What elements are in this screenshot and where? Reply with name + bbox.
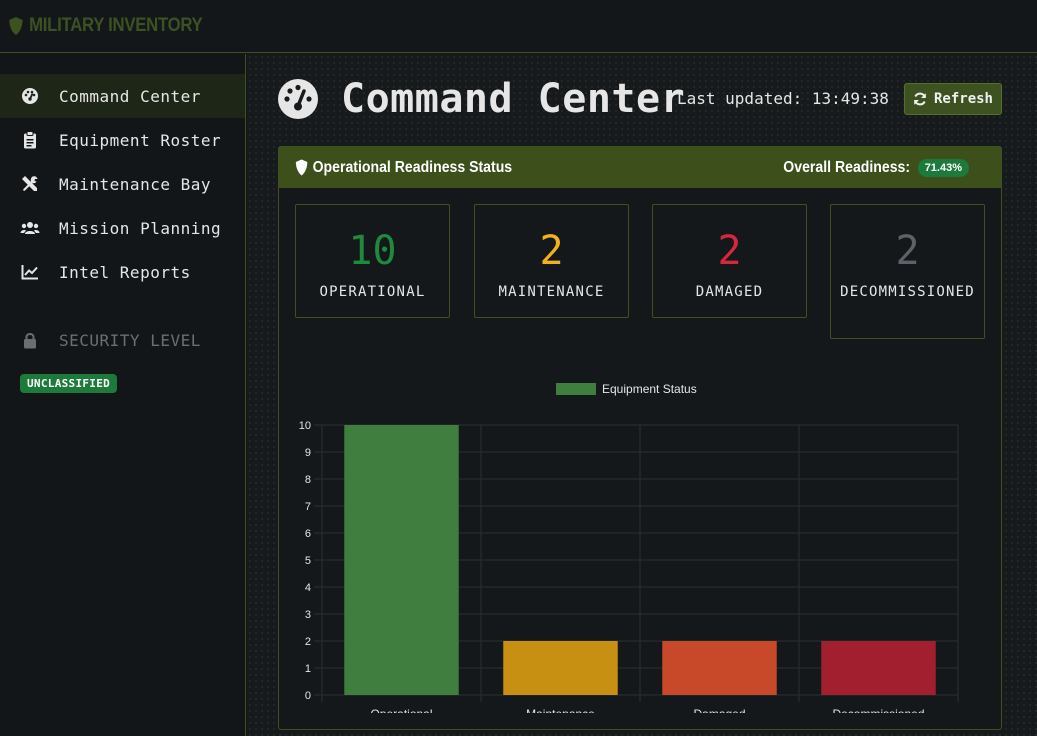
stat-card-maintenance: 2 MAINTENANCE: [474, 204, 629, 318]
overall-readiness: Overall Readiness: 71.43%: [766, 147, 969, 188]
y-tick-label: 4: [305, 582, 311, 594]
sidebar-item-label: Command Center: [59, 86, 201, 106]
refresh-label: Refresh: [933, 91, 993, 107]
refresh-icon: [914, 92, 926, 106]
gauge-icon: [20, 86, 40, 106]
last-updated-time: 13:49:38: [811, 89, 889, 108]
users-icon: [20, 218, 40, 238]
last-updated: Last updated: 13:49:38: [677, 89, 889, 108]
sidebar-item-equipment-roster[interactable]: Equipment Roster: [0, 118, 245, 162]
y-tick-label: 6: [305, 528, 311, 540]
equipment-status-chart: Equipment Status 0 1 2 3 4 5 6 7 8 9 10 Operational M…: [279, 382, 1001, 721]
legend-swatch: [556, 383, 596, 395]
stat-label: DECOMMISSIONED: [840, 284, 975, 300]
gauge-icon: [278, 79, 318, 119]
sidebar-item-intel-reports[interactable]: Intel Reports: [0, 250, 245, 294]
x-tick-label: Operational: [370, 707, 432, 713]
y-tick-label: 5: [305, 555, 311, 567]
stat-card-damaged: 2 DAMAGED: [652, 204, 807, 318]
shield-icon: [9, 17, 23, 35]
security-level-label: SECURITY LEVEL: [59, 330, 201, 350]
x-tick-label: Maintenance: [526, 707, 595, 713]
legend-label: Equipment Status: [602, 383, 697, 396]
sidebar-item-mission-planning[interactable]: Mission Planning: [0, 206, 245, 250]
brand-logo[interactable]: MILITARY INVENTORY: [8, 15, 203, 37]
classification-badge: UNCLASSIFIED: [20, 374, 118, 393]
x-tick-label: Damaged: [693, 707, 745, 713]
chart-bar: [503, 641, 618, 695]
last-updated-label: Last updated:: [677, 89, 803, 108]
refresh-button[interactable]: Refresh: [904, 83, 1002, 115]
y-tick-label: 10: [299, 420, 311, 432]
main-content: Command Center Last updated: 13:49:38 Re…: [247, 54, 1037, 736]
chart-bar: [344, 425, 459, 695]
y-tick-label: 0: [305, 690, 311, 702]
y-tick-label: 7: [305, 501, 311, 513]
chart-bar: [821, 641, 936, 695]
sidebar-item-command-center[interactable]: Command Center: [0, 74, 245, 118]
readiness-badge: 71.43%: [917, 158, 969, 177]
panel-title-text: Operational Readiness Status: [312, 158, 513, 176]
stat-card-decommissioned: 2 DECOMMISSIONED: [830, 204, 985, 339]
chart-bar: [662, 641, 777, 695]
bar-chart: Equipment Status 0 1 2 3 4 5 6 7 8 9 10 Operational M…: [299, 382, 959, 721]
y-tick-label: 1: [305, 663, 311, 675]
page-title: Command Center: [341, 76, 686, 122]
stat-value: 2: [717, 228, 742, 274]
panel-header: Operational Readiness Status Overall Rea…: [279, 147, 1001, 188]
sidebar-item-label: Mission Planning: [59, 218, 222, 238]
y-tick-label: 8: [305, 474, 311, 486]
security-level-heading: SECURITY LEVEL: [0, 318, 245, 362]
shield-icon: [295, 159, 308, 176]
tools-icon: [20, 174, 40, 194]
sidebar: Command Center Equipment Roster Maintena…: [0, 54, 246, 736]
stat-value: 2: [895, 228, 920, 274]
sidebar-item-maintenance-bay[interactable]: Maintenance Bay: [0, 162, 245, 206]
lock-icon: [20, 330, 40, 350]
clipboard-icon: [20, 130, 40, 150]
panel-title: Operational Readiness Status: [295, 159, 512, 177]
x-tick-label: Decommissioned: [832, 707, 924, 713]
sidebar-item-label: Intel Reports: [59, 262, 191, 282]
stat-label: OPERATIONAL: [319, 284, 426, 300]
sidebar-item-label: Equipment Roster: [59, 130, 222, 150]
readiness-label: Overall Readiness:: [782, 158, 910, 176]
y-tick-label: 9: [305, 447, 311, 459]
top-bar: MILITARY INVENTORY: [0, 0, 1037, 53]
sidebar-item-label: Maintenance Bay: [59, 174, 211, 194]
readiness-panel: Operational Readiness Status Overall Rea…: [278, 146, 1002, 730]
page-header: Command Center Last updated: 13:49:38 Re…: [277, 76, 1002, 122]
brand-name: MILITARY INVENTORY: [29, 15, 203, 36]
stat-card-operational: 10 OPERATIONAL: [295, 204, 450, 318]
stat-value: 10: [348, 228, 397, 274]
y-tick-label: 3: [305, 609, 311, 621]
stat-value: 2: [539, 228, 564, 274]
y-tick-label: 2: [305, 636, 311, 648]
line-chart-icon: [20, 262, 40, 282]
stat-label: DAMAGED: [695, 284, 764, 300]
stat-label: MAINTENANCE: [498, 284, 605, 300]
